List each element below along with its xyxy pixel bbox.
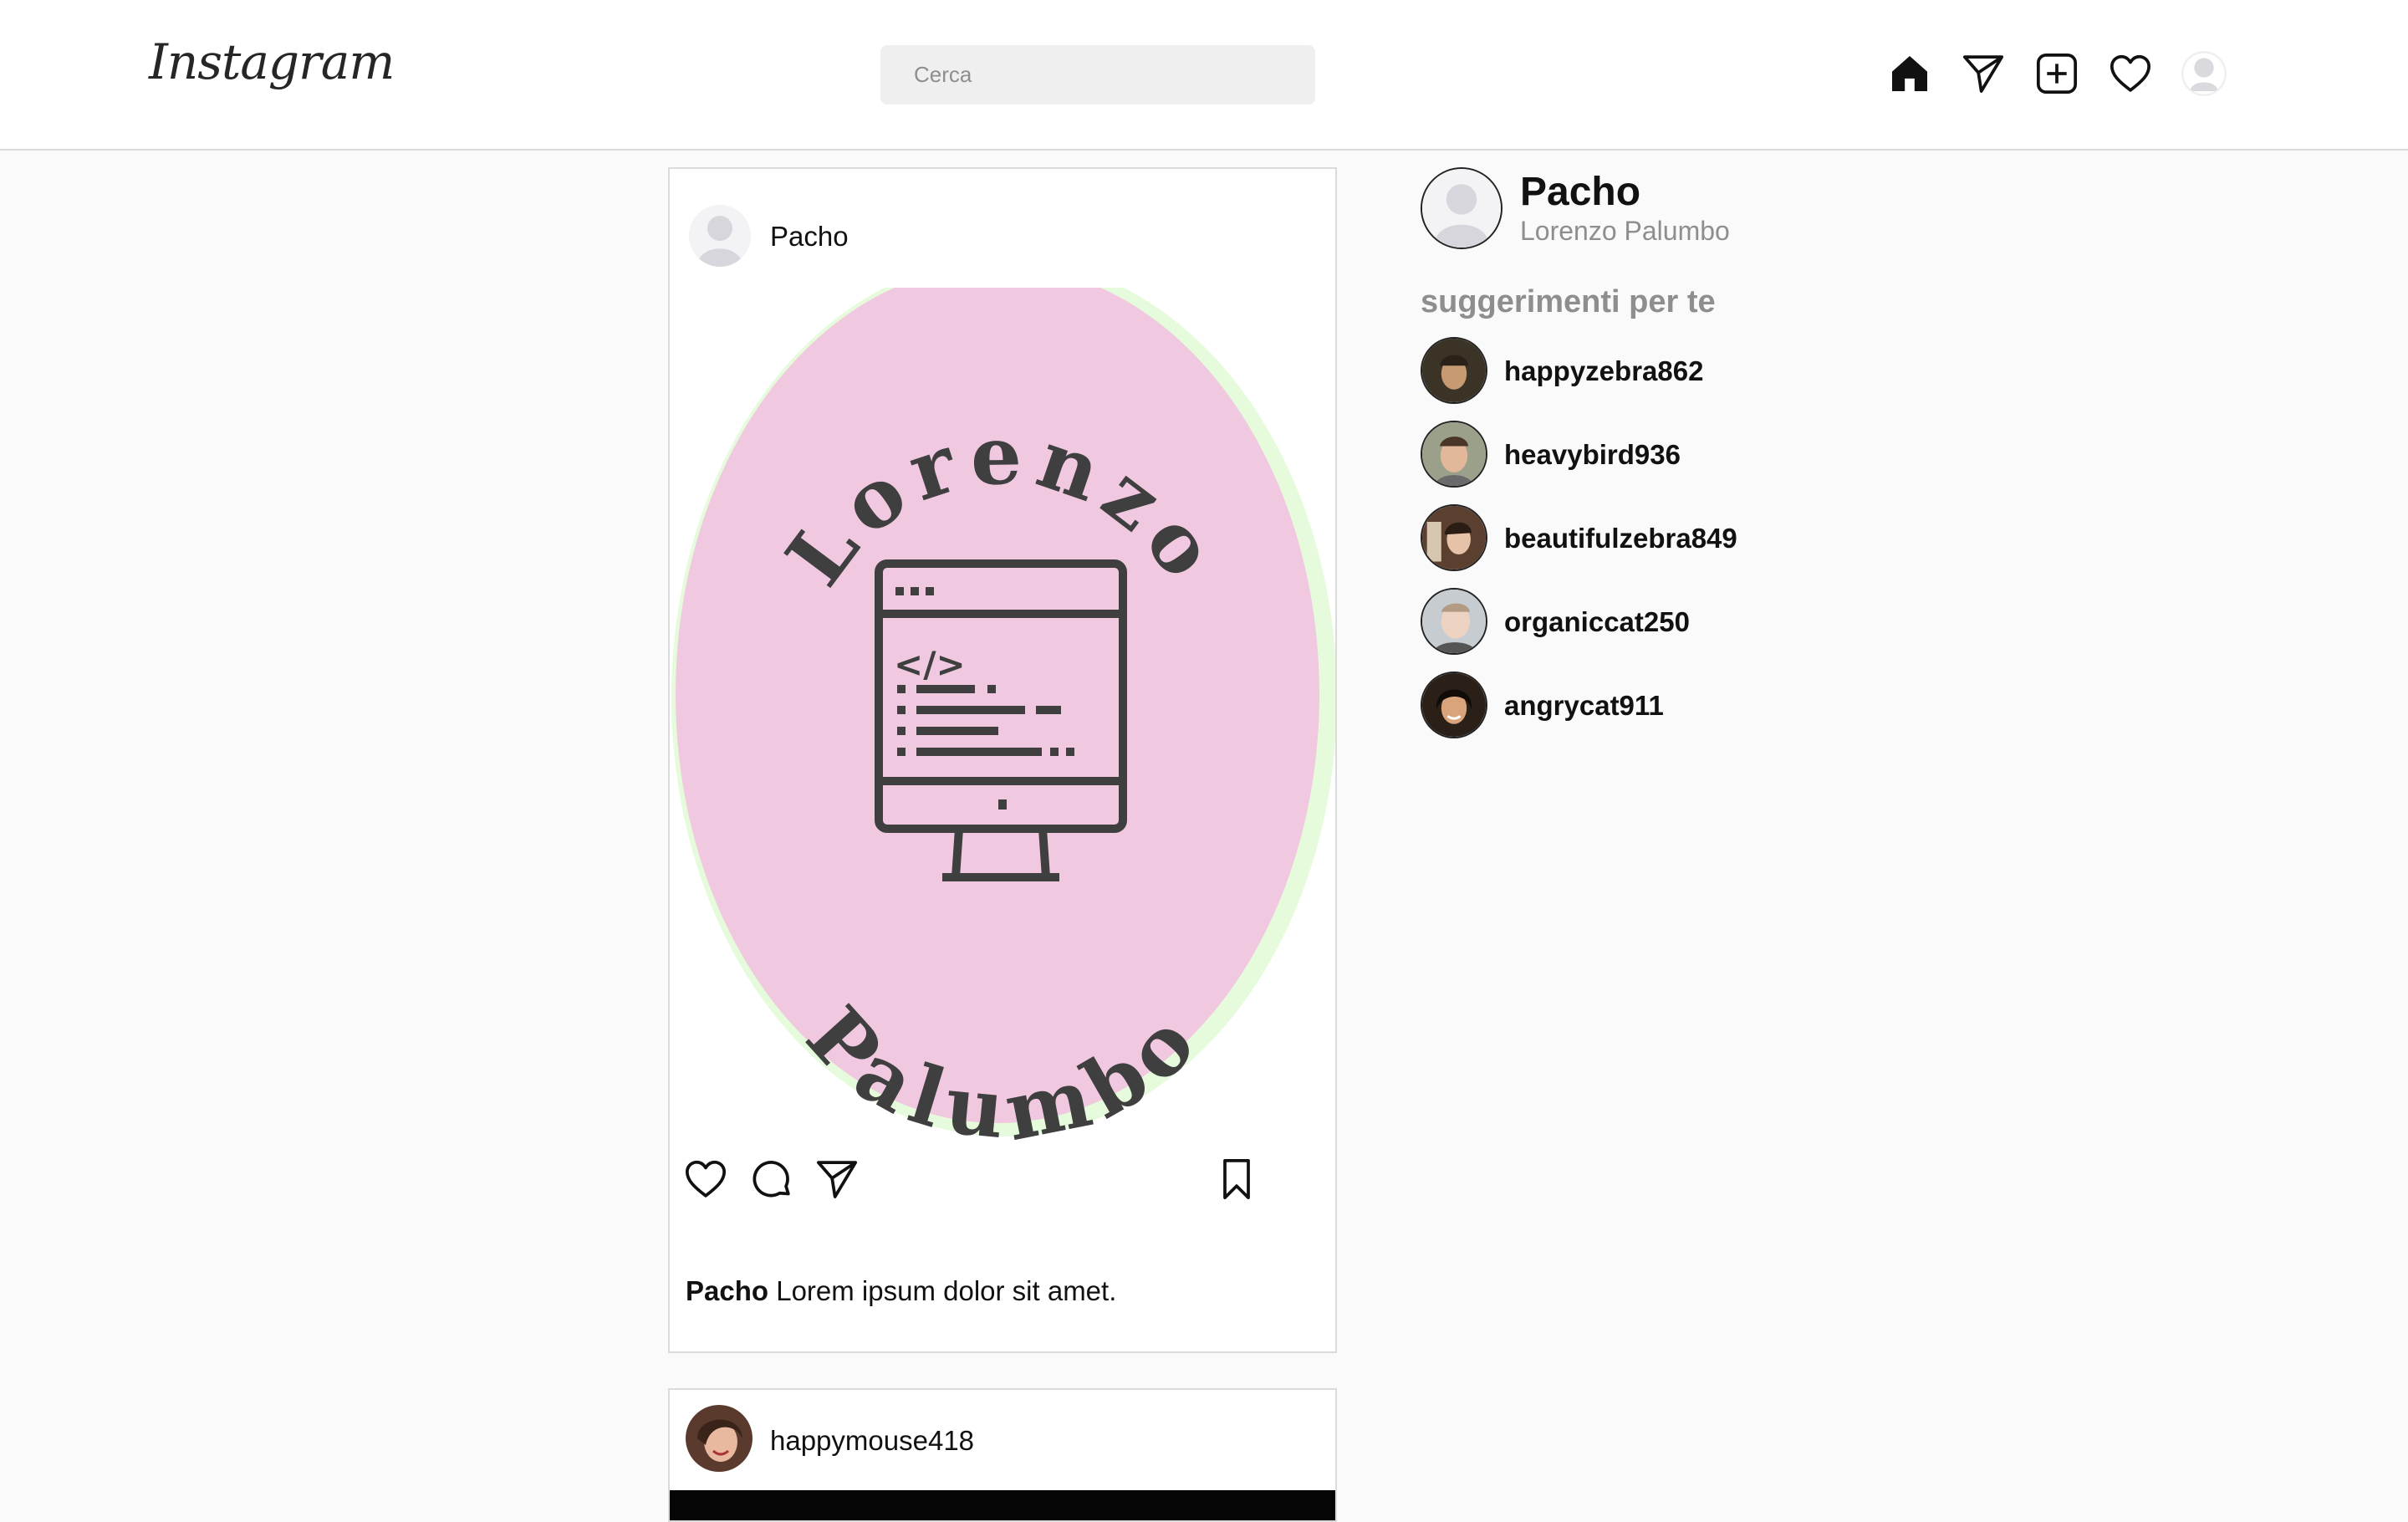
heart-icon[interactable] <box>2107 50 2154 97</box>
suggestion-item[interactable]: organiccat250 <box>1421 588 2006 656</box>
current-user-username[interactable]: Pacho <box>1520 169 1640 215</box>
post-caption: Pacho Lorem ipsum dolor sit amet. <box>686 1275 1116 1307</box>
suggestion-avatar[interactable] <box>1421 337 1487 404</box>
top-navigation-bar: Instagram <box>0 0 2408 151</box>
caption-username[interactable]: Pacho <box>686 1275 768 1306</box>
suggestion-item[interactable]: happyzebra862 <box>1421 337 2006 406</box>
post-author-username[interactable]: Pacho <box>770 221 849 253</box>
post-card: Pacho </> Lorenzo Palumbo Pacho Lorem ip… <box>668 167 1337 1353</box>
search-input[interactable] <box>880 45 1315 105</box>
suggestions-title: suggerimenti per te <box>1421 284 1716 319</box>
svg-text:</>: </> <box>894 644 966 685</box>
bookmark-icon[interactable] <box>1213 1156 1260 1203</box>
suggestion-avatar[interactable] <box>1421 672 1487 738</box>
like-icon[interactable] <box>682 1156 729 1203</box>
post-image[interactable] <box>670 1490 1335 1520</box>
caption-text: Lorem ipsum dolor sit amet. <box>776 1275 1117 1306</box>
suggestion-avatar[interactable] <box>1421 421 1487 488</box>
suggestion-username[interactable]: happyzebra862 <box>1504 355 1703 387</box>
suggestion-avatar[interactable] <box>1421 588 1487 655</box>
post-author-avatar[interactable] <box>686 1405 752 1472</box>
home-icon[interactable] <box>1886 50 1933 97</box>
post-card: happymouse418 <box>668 1388 1337 1522</box>
suggestion-username[interactable]: organiccat250 <box>1504 606 1690 638</box>
instagram-logo[interactable]: Instagram <box>149 33 395 90</box>
post-author-avatar[interactable] <box>689 205 751 267</box>
current-user-avatar[interactable] <box>1421 167 1502 249</box>
profile-avatar[interactable] <box>2181 50 2227 97</box>
send-icon[interactable] <box>1960 50 2007 97</box>
share-icon[interactable] <box>814 1156 860 1203</box>
new-post-icon[interactable] <box>2033 50 2080 97</box>
suggestion-username[interactable]: angrycat911 <box>1504 690 1664 722</box>
suggestion-item[interactable]: angrycat911 <box>1421 672 2006 740</box>
comment-icon[interactable] <box>748 1156 795 1203</box>
suggestion-item[interactable]: heavybird936 <box>1421 421 2006 489</box>
current-user-fullname: Lorenzo Palumbo <box>1520 216 1730 246</box>
suggestion-username[interactable]: beautifulzebra849 <box>1504 523 1737 554</box>
suggestion-username[interactable]: heavybird936 <box>1504 439 1681 471</box>
post-author-username[interactable]: happymouse418 <box>770 1425 974 1457</box>
suggestion-avatar[interactable] <box>1421 504 1487 571</box>
suggestion-item[interactable]: beautifulzebra849 <box>1421 504 2006 573</box>
